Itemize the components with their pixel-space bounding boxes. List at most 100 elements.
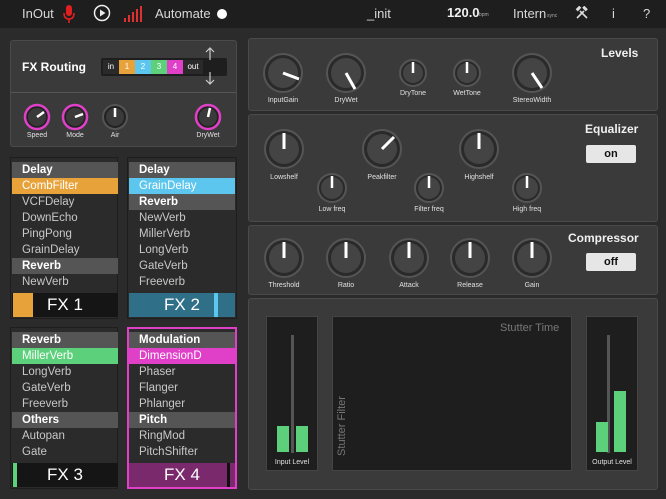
drytone-knob[interactable] [398,58,428,93]
threshold-knob[interactable] [263,237,305,284]
output-meter-left [596,422,608,452]
arrow-down-icon[interactable] [205,71,215,90]
fx4-item[interactable]: Phlanger [129,396,235,412]
wettone-knob[interactable] [452,58,482,93]
fx4-item[interactable]: Phaser [129,364,235,380]
lowfreq-knob[interactable] [316,172,348,209]
input-level-label: Input Level [274,459,310,466]
fx3-item[interactable]: GateVerb [12,380,118,396]
ratio-knob[interactable] [325,237,367,284]
fx2-item[interactable]: Freeverb [129,274,235,290]
fx2-level-indicator [214,293,218,317]
comp-gain-knob[interactable] [511,237,553,284]
attack-knob[interactable] [388,237,430,284]
fx1-item-selected[interactable]: CombFilter [12,178,118,194]
fx3-footer[interactable]: FX 3 [12,463,118,487]
fx3-rack: Reverb MillerVerb LongVerb GateVerb Free… [10,327,118,489]
fx3-category: Reverb [12,332,118,348]
fx3-category: Others [12,412,118,428]
fx2-category: Reverb [129,194,235,210]
divider [11,92,236,93]
tempo-value[interactable]: 120.0 [447,5,480,20]
fx4-item[interactable]: Flanger [129,380,235,396]
fx3-item[interactable]: Autopan [12,428,118,444]
fx3-item[interactable]: LongVerb [12,364,118,380]
fx4-item[interactable]: RingMod [129,428,235,444]
equalizer-toggle[interactable]: on [586,145,636,163]
info-button[interactable]: i [612,6,615,21]
automate-button[interactable]: Automate [155,6,211,21]
input-meter-right [296,426,308,452]
fx2-item[interactable]: LongVerb [129,242,235,258]
release-knob[interactable] [449,237,491,284]
preset-name[interactable]: _init [367,6,391,21]
fx4-item-selected[interactable]: DimensionD [129,348,235,364]
lowshelf-knob[interactable] [263,128,305,175]
peakfilter-knob[interactable] [361,128,403,175]
highshelf-knob[interactable] [458,128,500,175]
highshelf-label: Highshelf [464,174,494,181]
routing-in[interactable]: in [103,60,119,74]
fx2-footer[interactable]: FX 2 [129,293,235,317]
fx1-item[interactable]: DownEcho [12,210,118,226]
sync-mode-button[interactable]: Intern [513,6,546,21]
level-bars-icon[interactable] [124,6,142,27]
levels-title: Levels [601,46,639,60]
stereowidth-label: StereoWidth [512,97,552,104]
fx4-category: Pitch [129,412,235,428]
fx4-level-indicator [227,463,230,487]
fx2-item[interactable]: MillerVerb [129,226,235,242]
fx1-rack: Delay CombFilter VCFDelay DownEcho PingP… [10,157,118,319]
fx4-footer[interactable]: FX 4 [129,463,235,487]
fx1-category: Delay [12,162,118,178]
play-icon[interactable] [93,4,111,27]
microphone-icon[interactable] [62,4,76,29]
drytone-label: DryTone [399,90,427,97]
routing-drywet-label: DryWet [196,132,220,139]
arrow-up-icon[interactable] [205,47,215,66]
fx3-item-selected[interactable]: MillerVerb [12,348,118,364]
peakfilter-label: Peakfilter [367,174,397,181]
compressor-toggle[interactable]: off [586,253,636,271]
threshold-label: Threshold [268,282,300,289]
routing-out[interactable]: out [183,60,203,74]
fx2-item[interactable]: NewVerb [129,210,235,226]
fx3-item[interactable]: Gate [12,444,118,460]
input-meter-left [277,426,289,452]
stutter-time-label: Stutter Time [500,322,560,334]
help-button[interactable]: ? [643,6,650,21]
routing-slot-3[interactable]: 3 [151,60,167,74]
inout-button[interactable]: InOut [22,6,54,21]
automate-toggle-dot[interactable] [217,9,227,19]
stereowidth-knob[interactable] [511,52,553,99]
inputgain-knob[interactable] [262,52,304,99]
fx-routing-title: FX Routing [22,60,86,74]
levels-drywet-knob[interactable] [325,52,367,99]
tempo-unit: bpm [479,12,489,18]
fx4-item[interactable]: PitchShifter [129,444,235,460]
fx4-rack: Modulation DimensionD Phaser Flanger Phl… [127,327,237,489]
highfreq-label: High freq [512,206,542,213]
stutter-filter-label: Stutter Filter [336,396,348,456]
fx1-item[interactable]: NewVerb [12,274,118,290]
filterfreq-knob[interactable] [413,172,445,209]
wettone-label: WetTone [453,90,481,97]
fx1-item[interactable]: PingPong [12,226,118,242]
routing-slot-2[interactable]: 2 [135,60,151,74]
tools-icon[interactable] [575,5,589,25]
inputgain-label: InputGain [267,97,299,104]
comp-gain-label: Gain [524,282,540,289]
equalizer-title: Equalizer [585,122,639,136]
routing-slot-1[interactable]: 1 [119,60,135,74]
fx2-item-selected[interactable]: GrainDelay [129,178,235,194]
fx1-item[interactable]: VCFDelay [12,194,118,210]
fx1-item[interactable]: GrainDelay [12,242,118,258]
fx3-item[interactable]: Freeverb [12,396,118,412]
stutter-xy-pad[interactable] [332,316,572,471]
compressor-title: Compressor [568,231,639,245]
fx2-item[interactable]: GateVerb [129,258,235,274]
output-level-label: Output Level [592,459,632,466]
highfreq-knob[interactable] [511,172,543,209]
routing-slot-4[interactable]: 4 [167,60,183,74]
fx3-level-indicator [13,463,17,487]
